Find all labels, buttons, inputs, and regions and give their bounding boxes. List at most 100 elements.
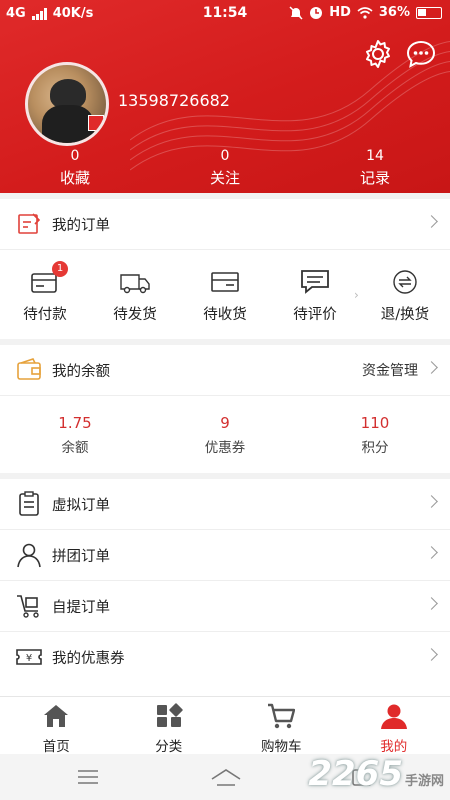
menu-item-group-orders[interactable]: 拼团订单 <box>0 530 450 580</box>
my-orders-row[interactable]: 我的订单 <box>0 199 450 249</box>
balance-value: 1.75 <box>58 414 92 432</box>
balance-stats: 1.75 余额 9 优惠券 110 积分 <box>0 396 450 474</box>
system-nav-bar: 2265 手游网 <box>0 754 450 800</box>
tab-profile[interactable]: 我的 <box>338 697 450 755</box>
orders-card: 我的订单 1 待付款 待发货 待收货 待评价 › 退/换货 <box>0 199 450 339</box>
pending-payment-badge: 1 <box>52 260 68 277</box>
my-balance-row[interactable]: 我的余额 资金管理 <box>0 345 450 395</box>
cart-box-icon <box>17 595 39 618</box>
stat-label: 关注 <box>209 169 240 187</box>
watermark-site: 手游网 <box>404 774 444 789</box>
order-pending-review[interactable]: 待评价 <box>270 267 360 324</box>
profile-stats: 0 收藏 0 关注 14 记录 <box>0 148 450 188</box>
my-balance-label: 我的余额 <box>52 363 110 380</box>
battery-icon <box>416 6 442 19</box>
avatar[interactable] <box>25 62 109 146</box>
profile-icon <box>380 704 407 729</box>
stat-value: 0 <box>70 148 80 164</box>
points-label: 积分 <box>361 440 389 456</box>
stat-following[interactable]: 0 关注 <box>150 148 300 188</box>
tab-label: 我的 <box>380 739 408 755</box>
bottom-tab-bar: 首页 分类 购物车 我的 <box>0 696 450 755</box>
chevron-right-icon <box>425 648 438 661</box>
settings-gear-icon[interactable] <box>362 38 394 70</box>
watermark-brand: 2265 <box>308 754 403 794</box>
clock-icon <box>310 6 323 19</box>
wallet-icon: 1 <box>28 260 68 297</box>
tab-label: 分类 <box>155 739 183 755</box>
tab-category[interactable]: 分类 <box>113 697 226 755</box>
comment-icon <box>298 267 332 297</box>
order-label: 待发货 <box>113 306 157 323</box>
order-label: 待评价 <box>293 306 337 323</box>
menu-item-label: 我的优惠券 <box>52 650 125 667</box>
home-icon <box>44 705 69 727</box>
coupons-label: 优惠券 <box>204 440 246 456</box>
order-label: 待付款 <box>23 306 67 323</box>
stat-value: 14 <box>366 148 384 164</box>
chevron-right-icon <box>425 546 438 559</box>
stat-label: 记录 <box>359 169 390 187</box>
tab-label: 购物车 <box>261 739 302 755</box>
tab-label: 首页 <box>42 739 70 755</box>
wallet-icon <box>17 358 41 380</box>
coupon-icon: ¥ <box>16 649 42 665</box>
truck-icon <box>118 267 152 297</box>
order-return-exchange[interactable]: 退/换货 <box>360 267 450 324</box>
order-list-icon <box>18 213 41 234</box>
menu-item-label: 虚拟订单 <box>52 497 110 514</box>
order-label: 退/换货 <box>380 306 430 323</box>
watermark-logo: 2265 手游网 <box>308 754 444 794</box>
fund-management-link[interactable]: 资金管理 <box>362 360 418 380</box>
stat-favorites[interactable]: 0 收藏 <box>0 148 150 188</box>
svg-text:¥: ¥ <box>26 653 32 664</box>
avatar-badge <box>88 115 104 131</box>
status-bar: 4G 40K/s 11:54 HD 36% <box>0 0 450 28</box>
more-arrow-icon: › <box>354 288 359 302</box>
chevron-right-icon <box>425 215 438 228</box>
my-orders-label: 我的订单 <box>52 217 110 234</box>
order-pending-receipt[interactable]: 待收货 <box>180 267 270 324</box>
alarm-off-icon <box>289 5 303 20</box>
hd-label: HD <box>329 5 351 20</box>
balance-coupons[interactable]: 9 优惠券 <box>150 414 300 456</box>
order-label: 待收货 <box>203 306 247 323</box>
order-status-list: 1 待付款 待发货 待收货 待评价 › 退/换货 <box>0 250 450 340</box>
coupons-value: 9 <box>220 414 230 432</box>
menu-icon[interactable] <box>76 767 100 787</box>
menu-item-pickup-orders[interactable]: 自提订单 <box>0 581 450 631</box>
order-pending-payment[interactable]: 1 待付款 <box>0 260 90 324</box>
order-pending-shipment[interactable]: 待发货 <box>90 267 180 324</box>
balance-amount[interactable]: 1.75 余额 <box>0 414 150 456</box>
user-icon <box>17 543 41 568</box>
menu-item-my-coupons[interactable]: ¥ 我的优惠券 <box>0 632 450 682</box>
balance-points[interactable]: 110 积分 <box>300 414 450 456</box>
user-phone: 13598726682 <box>118 91 230 110</box>
menu-item-label: 自提订单 <box>52 599 110 616</box>
box-icon <box>208 267 242 297</box>
profile-header: 4G 40K/s 11:54 HD 36% 13598726682 0 收藏 0… <box>0 0 450 193</box>
exchange-icon <box>388 267 422 297</box>
chevron-right-icon <box>425 361 438 374</box>
stat-value: 0 <box>220 148 230 164</box>
avatar-figure-body <box>42 105 94 143</box>
clipboard-icon <box>19 491 39 516</box>
category-icon <box>156 703 183 727</box>
message-icon[interactable] <box>405 38 437 70</box>
chevron-right-icon <box>425 495 438 508</box>
wifi-icon <box>357 6 373 19</box>
stat-label: 收藏 <box>59 169 90 187</box>
cart-icon <box>268 703 296 729</box>
tab-cart[interactable]: 购物车 <box>225 697 338 755</box>
balance-card: 我的余额 资金管理 1.75 余额 9 优惠券 110 积分 <box>0 345 450 473</box>
chevron-right-icon <box>425 597 438 610</box>
battery-percent: 36% <box>378 5 410 20</box>
home-nav-icon[interactable] <box>210 767 242 787</box>
balance-label: 余额 <box>61 440 89 456</box>
tab-home[interactable]: 首页 <box>0 697 113 755</box>
menu-item-virtual-orders[interactable]: 虚拟订单 <box>0 479 450 529</box>
menu-list: 虚拟订单 拼团订单 自提订单 ¥ 我的优惠券 <box>0 479 450 696</box>
points-value: 110 <box>360 414 390 432</box>
menu-item-label: 拼团订单 <box>52 548 110 565</box>
stat-history[interactable]: 14 记录 <box>300 148 450 188</box>
